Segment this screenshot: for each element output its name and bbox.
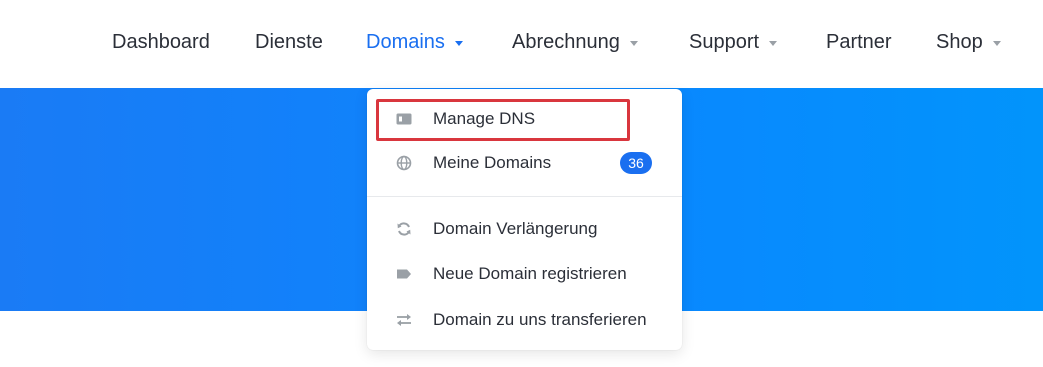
dropdown-item-neue-domain[interactable]: Neue Domain registrieren (367, 254, 682, 294)
nav-label: Dienste (255, 30, 323, 53)
nav-label: Support (689, 30, 760, 53)
nav-label: Partner (826, 30, 892, 53)
transfer-icon (395, 311, 413, 329)
nav-item-abrechnung[interactable]: Abrechnung (512, 30, 638, 54)
caret-down-icon (454, 40, 463, 46)
dropdown-item-domain-transfer[interactable]: Domain zu uns transferieren (367, 300, 682, 340)
dropdown-item-manage-dns[interactable]: Manage DNS (367, 99, 682, 139)
top-navigation-bar: Dashboard Dienste Domains Abrechnung Sup… (0, 0, 1043, 88)
dropdown-item-label: Domain Verlängerung (433, 219, 598, 238)
domains-dropdown-menu: Manage DNS Meine Domains 36 Domain Verlä… (367, 89, 682, 350)
dropdown-item-domain-verlaengerung[interactable]: Domain Verlängerung (367, 209, 682, 249)
caret-down-icon (629, 40, 638, 46)
nav-label: Dashboard (112, 30, 210, 53)
dropdown-item-label: Manage DNS (433, 109, 536, 128)
dropdown-item-label: Neue Domain registrieren (433, 264, 627, 283)
nav-label: Domains (366, 30, 445, 53)
globe-icon (395, 154, 413, 172)
dropdown-divider (367, 196, 682, 197)
tag-icon (395, 265, 413, 283)
nav-item-dienste[interactable]: Dienste (255, 30, 323, 54)
nav-item-support[interactable]: Support (689, 30, 778, 54)
id-card-icon (395, 110, 413, 128)
refresh-icon (395, 220, 413, 238)
nav-label: Abrechnung (512, 30, 620, 53)
domain-count-badge: 36 (620, 152, 652, 174)
nav-item-dashboard[interactable]: Dashboard (112, 30, 210, 54)
caret-down-icon (992, 40, 1001, 46)
nav-label: Shop (936, 30, 983, 53)
nav-item-partner[interactable]: Partner (826, 30, 892, 54)
caret-down-icon (769, 40, 778, 46)
nav-item-shop[interactable]: Shop (936, 30, 1001, 54)
nav-item-domains[interactable]: Domains (366, 30, 463, 54)
dropdown-item-meine-domains[interactable]: Meine Domains 36 (367, 143, 682, 183)
dropdown-item-label: Meine Domains (433, 153, 552, 172)
dropdown-item-label: Domain zu uns transferieren (433, 310, 647, 329)
